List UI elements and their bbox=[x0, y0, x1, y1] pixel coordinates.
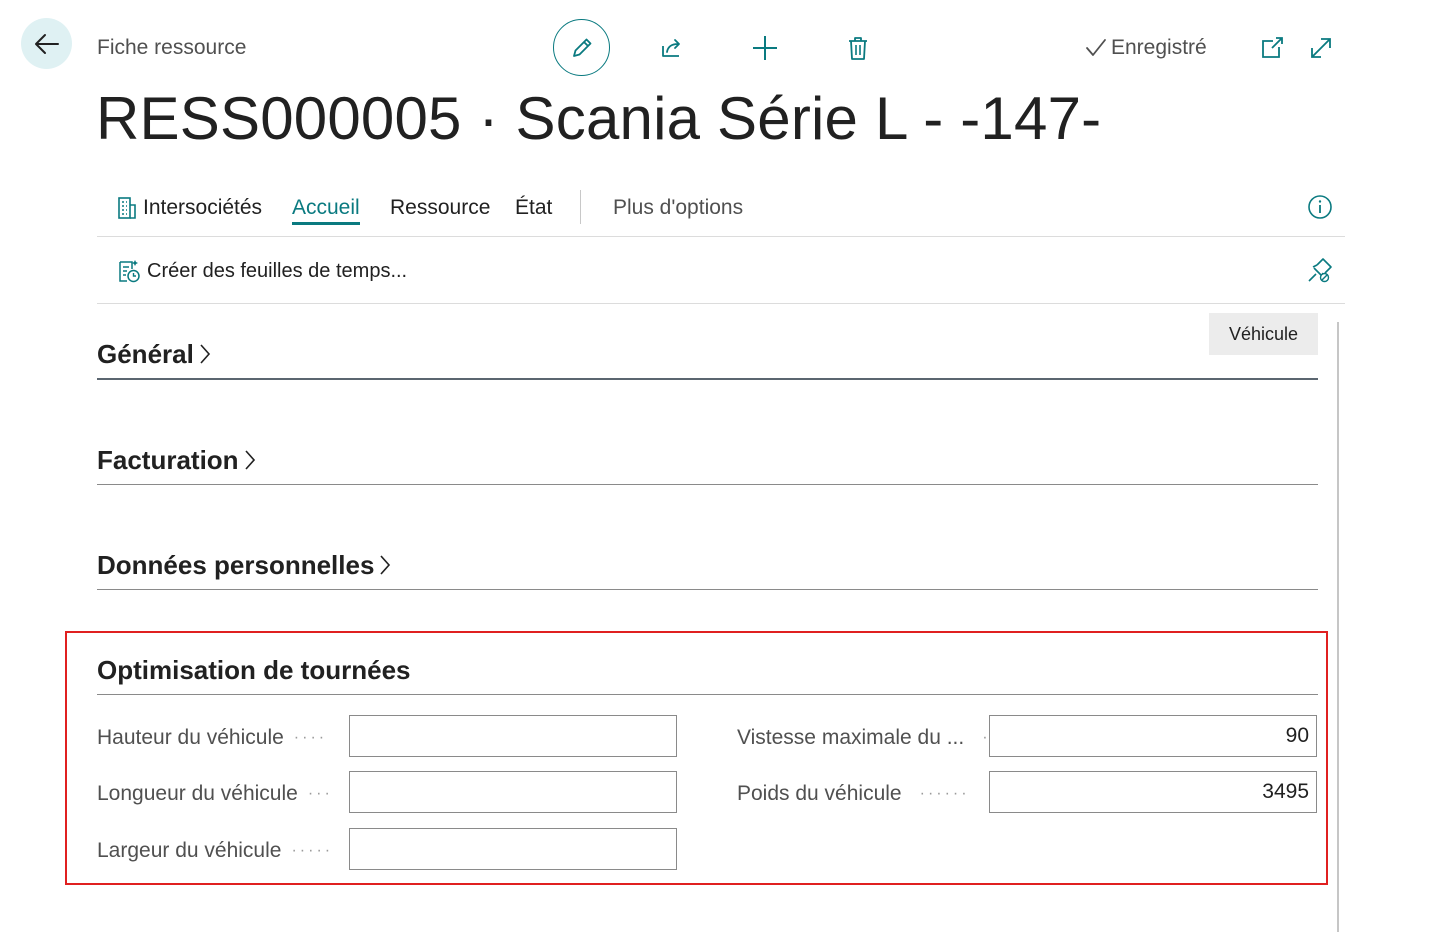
back-button[interactable] bbox=[21, 18, 72, 69]
plus-icon bbox=[752, 35, 777, 60]
chevron-right-icon bbox=[244, 450, 255, 470]
active-tab-indicator bbox=[292, 222, 360, 225]
max-speed-input[interactable]: 90 bbox=[989, 715, 1317, 757]
nav-label-accueil: Accueil bbox=[292, 196, 360, 219]
share-icon bbox=[661, 38, 680, 57]
open-new-window-button[interactable] bbox=[1258, 34, 1286, 62]
saved-label: Enregistré bbox=[1111, 36, 1207, 59]
share-button[interactable] bbox=[643, 19, 700, 76]
field-vehicle-weight: Poids du véhicule ······ bbox=[737, 782, 970, 806]
section-general-title: Général bbox=[97, 339, 194, 369]
timesheet-icon bbox=[119, 260, 140, 283]
nav-divider bbox=[580, 190, 581, 224]
checkmark-icon bbox=[1086, 39, 1106, 56]
create-timesheets-label: Créer des feuilles de temps... bbox=[147, 259, 408, 282]
field-leader-dots: ····· bbox=[291, 842, 334, 859]
page-caption: Fiche ressource bbox=[97, 36, 247, 59]
vehicle-tag-button[interactable]: Véhicule bbox=[1208, 313, 1318, 355]
nav-label-intersocietes: Intersociétés bbox=[143, 196, 263, 219]
info-icon bbox=[1308, 195, 1332, 219]
vehicle-weight-input[interactable]: 3495 bbox=[989, 771, 1317, 813]
vehicle-width-input[interactable] bbox=[349, 828, 677, 870]
pin-off-icon bbox=[1308, 258, 1332, 283]
delete-button[interactable] bbox=[829, 19, 886, 76]
section-personal-title: Données personnelles bbox=[97, 550, 375, 580]
unpin-button[interactable] bbox=[1305, 257, 1333, 285]
nav-label-ressource: Ressource bbox=[390, 196, 491, 219]
section-personal-data: Données personnelles bbox=[97, 541, 1318, 590]
vehicle-weight-label: Poids du véhicule bbox=[737, 782, 902, 805]
trash-icon bbox=[848, 36, 867, 60]
new-button[interactable] bbox=[736, 19, 793, 76]
action-bar: Créer des feuilles de temps... bbox=[97, 237, 1345, 304]
field-leader-dots: ··· bbox=[307, 785, 333, 802]
record-title: RESS000005 · Scania Série L - -147- bbox=[96, 85, 1102, 152]
section-route-optimization: Optimisation de tournées bbox=[97, 646, 1318, 695]
section-general-header[interactable]: Général bbox=[97, 330, 1318, 370]
edit-button[interactable] bbox=[553, 19, 610, 76]
section-general: Général Véhicule bbox=[97, 313, 1318, 380]
nav-item-ressource[interactable]: Ressource bbox=[390, 196, 490, 220]
chevron-right-icon bbox=[380, 555, 391, 575]
field-vehicle-width: Largeur du véhicule ····· bbox=[97, 839, 333, 863]
vehicle-height-input[interactable] bbox=[349, 715, 677, 757]
section-invoicing-header[interactable]: Facturation bbox=[97, 436, 1318, 476]
nav-label-etat: État bbox=[515, 196, 553, 219]
section-routing-header[interactable]: Optimisation de tournées bbox=[97, 646, 1318, 686]
nav-item-accueil[interactable]: Accueil bbox=[292, 196, 360, 225]
field-vehicle-height: Hauteur du véhicule ···· bbox=[97, 726, 327, 750]
info-button[interactable] bbox=[1307, 194, 1333, 220]
section-routing-divider bbox=[97, 694, 1318, 695]
back-arrow-icon bbox=[34, 33, 59, 54]
field-max-speed: Vistesse maximale du ... · bbox=[737, 726, 991, 750]
section-invoicing: Facturation bbox=[97, 436, 1318, 485]
vehicle-length-label: Longueur du véhicule bbox=[97, 782, 298, 805]
section-invoicing-divider bbox=[97, 484, 1318, 485]
chevron-right-icon bbox=[200, 344, 210, 364]
nav-item-intersocietes[interactable]: Intersociétés bbox=[117, 196, 262, 220]
pencil-icon bbox=[572, 38, 591, 57]
nav-item-etat[interactable]: État bbox=[515, 196, 552, 220]
max-speed-label: Vistesse maximale du ... bbox=[737, 726, 965, 749]
vehicle-height-label: Hauteur du véhicule bbox=[97, 726, 284, 749]
open-new-window-icon bbox=[1262, 37, 1283, 58]
field-leader-dots: ···· bbox=[293, 729, 328, 746]
section-invoicing-title: Facturation bbox=[97, 445, 239, 475]
scrollbar[interactable] bbox=[1337, 322, 1339, 932]
saved-status: Enregistré bbox=[1085, 36, 1207, 60]
more-options-label: Plus d'options bbox=[613, 196, 744, 219]
vehicle-width-label: Largeur du véhicule bbox=[97, 839, 282, 862]
section-personal-header[interactable]: Données personnelles bbox=[97, 541, 1318, 581]
expand-icon bbox=[1311, 38, 1331, 58]
action-nav-bar: Intersociétés Accueil Ressource État Plu… bbox=[97, 186, 1345, 237]
field-leader-dots: ······ bbox=[919, 785, 970, 802]
section-general-divider bbox=[97, 378, 1318, 380]
section-personal-divider bbox=[97, 589, 1318, 590]
more-options-button[interactable]: Plus d'options bbox=[613, 196, 743, 220]
field-vehicle-length: Longueur du véhicule ··· bbox=[97, 782, 333, 806]
section-routing-title: Optimisation de tournées bbox=[97, 655, 411, 685]
expand-button[interactable] bbox=[1307, 34, 1335, 62]
create-timesheets-button[interactable]: Créer des feuilles de temps... bbox=[117, 258, 407, 284]
top-actions bbox=[553, 19, 922, 76]
vehicle-length-input[interactable] bbox=[349, 771, 677, 813]
building-icon bbox=[118, 197, 136, 219]
